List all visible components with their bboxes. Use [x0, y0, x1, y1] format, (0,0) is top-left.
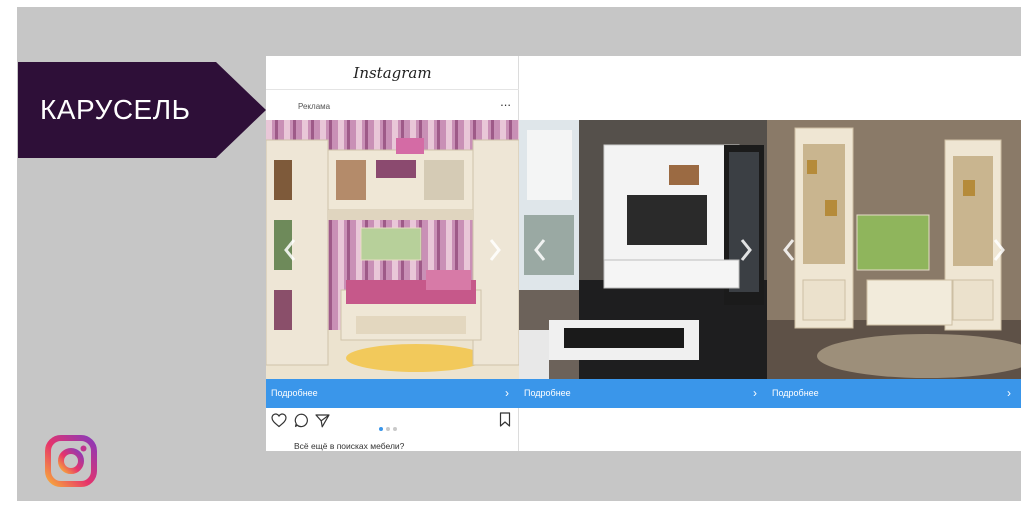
bookmark-icon[interactable]: [499, 412, 511, 427]
sponsored-label: Реклама: [298, 102, 331, 111]
living-room-tv-wall-photo: [519, 120, 767, 379]
carousel-card-3-image[interactable]: [767, 120, 1021, 379]
classic-cabinets-photo: [767, 120, 1021, 379]
instagram-carousel-mockup: Instagram Реклама ... Всё ещё в поисках …: [266, 56, 1021, 451]
card-1-cta-button[interactable]: Подробнее ›: [266, 379, 519, 408]
more-options-icon[interactable]: ...: [500, 94, 511, 109]
chevron-right-icon: ›: [505, 386, 509, 400]
instagram-wordmark: Instagram: [353, 64, 432, 82]
chevron-right-icon: ›: [1007, 386, 1011, 400]
carousel-title-banner: КАРУСЕЛЬ: [18, 62, 266, 158]
heart-icon[interactable]: [271, 413, 287, 428]
carousel-card-1-image[interactable]: [266, 120, 519, 379]
instagram-logo-icon: [45, 435, 97, 487]
post-actions-bar: Всё ещё в поисках мебели?: [266, 408, 519, 451]
carousel-dot: [393, 427, 397, 431]
chevron-right-icon: ›: [753, 386, 757, 400]
share-icon[interactable]: [315, 413, 330, 428]
instagram-header: Instagram: [266, 56, 519, 90]
sponsored-row: Реклама ...: [266, 90, 519, 120]
comment-icon[interactable]: [294, 413, 309, 428]
carousel-card-2-image[interactable]: [519, 120, 767, 379]
banner-title: КАРУСЕЛЬ: [40, 94, 191, 125]
post-caption: Всё ещё в поисках мебели?: [294, 441, 405, 451]
cta-label: Подробнее: [772, 388, 819, 398]
cta-label: Подробнее: [271, 388, 318, 398]
kids-room-furniture-photo: [266, 120, 519, 379]
card-2-cta-button[interactable]: Подробнее ›: [519, 379, 767, 408]
carousel-dot-active: [379, 427, 383, 431]
carousel-dot: [386, 427, 390, 431]
cta-label: Подробнее: [524, 388, 571, 398]
card-3-cta-button[interactable]: Подробнее ›: [767, 379, 1021, 408]
carousel-page-indicator: [379, 418, 400, 436]
